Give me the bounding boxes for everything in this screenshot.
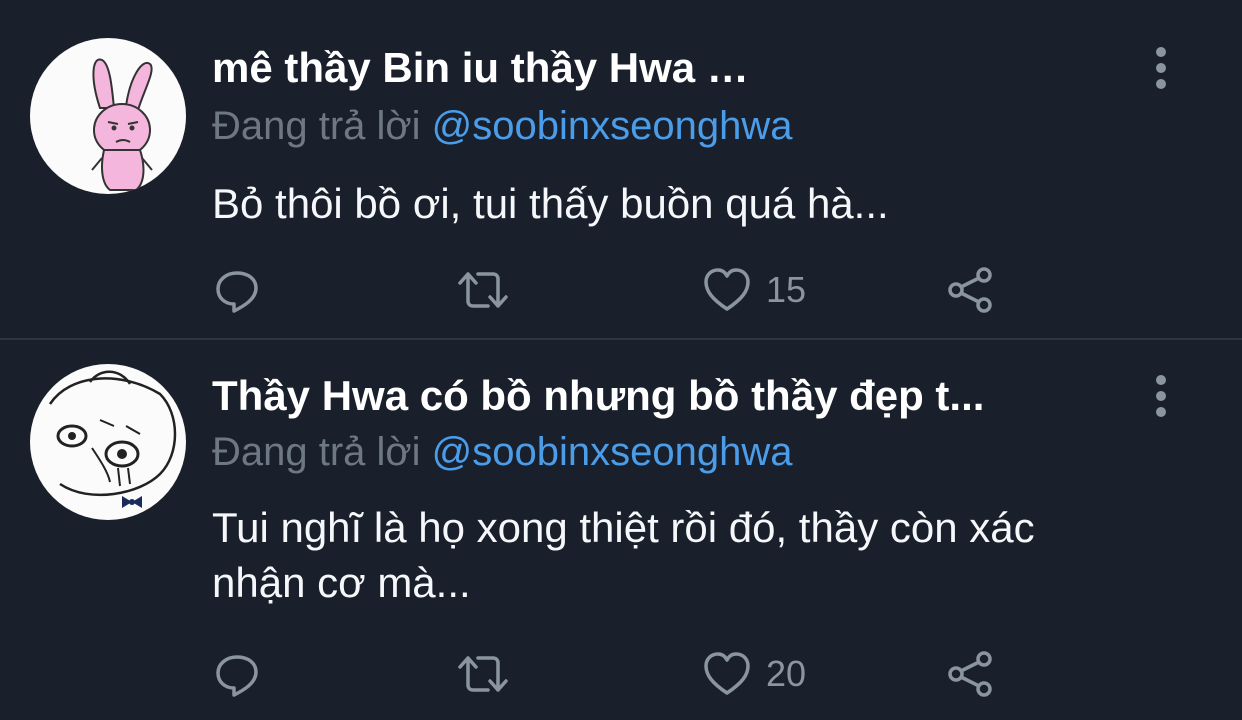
reply-button[interactable] <box>212 262 262 318</box>
more-options-icon[interactable] <box>1150 46 1172 90</box>
tweet-1[interactable]: mê thầy Bin iu thầy Hwa … Đang trả lời @… <box>0 0 1242 338</box>
more-options-icon[interactable] <box>1150 374 1172 418</box>
like-button[interactable]: 20 <box>702 646 806 702</box>
share-icon <box>948 267 992 313</box>
author-name[interactable]: Thầy Hwa có bồ nhưng bồ thầy đẹp t... <box>212 370 984 422</box>
reply-icon <box>216 655 258 697</box>
reply-button[interactable] <box>212 646 262 702</box>
like-button[interactable]: 15 <box>702 262 806 318</box>
avatar[interactable] <box>30 38 186 194</box>
reply-handle-link[interactable]: @soobinxseonghwa <box>432 104 793 148</box>
share-button[interactable] <box>946 262 996 318</box>
author-name[interactable]: mê thầy Bin iu thầy Hwa … <box>212 42 749 94</box>
retweet-icon <box>458 272 508 308</box>
tweet-text: Tui nghĩ là họ xong thiệt rồi đó, thầy c… <box>212 504 1035 606</box>
avatar[interactable] <box>30 364 186 520</box>
tweet-2[interactable]: Thầy Hwa có bồ nhưng bồ thầy đẹp t... Đa… <box>0 340 1242 720</box>
crying-sketch-avatar-icon <box>48 370 177 508</box>
tweet-text: Bỏ thôi bồ ơi, tui thấy buồn quá hà... <box>212 180 889 227</box>
retweet-icon <box>458 656 508 692</box>
pink-bunny-avatar-icon <box>91 58 153 191</box>
retweet-button[interactable] <box>454 262 512 318</box>
heart-icon <box>704 652 750 695</box>
reply-context: Đang trả lời @soobinxseonghwa <box>212 426 793 478</box>
reply-prefix: Đang trả lời <box>212 430 421 474</box>
reply-handle-link[interactable]: @soobinxseonghwa <box>432 430 793 474</box>
reply-prefix: Đang trả lời <box>212 104 421 148</box>
reply-context: Đang trả lời @soobinxseonghwa <box>212 100 793 152</box>
reply-icon <box>216 271 258 313</box>
like-count: 20 <box>766 653 807 694</box>
like-count: 15 <box>766 269 807 310</box>
share-icon <box>948 651 992 697</box>
heart-icon <box>704 268 750 311</box>
retweet-button[interactable] <box>454 646 512 702</box>
share-button[interactable] <box>946 646 996 702</box>
